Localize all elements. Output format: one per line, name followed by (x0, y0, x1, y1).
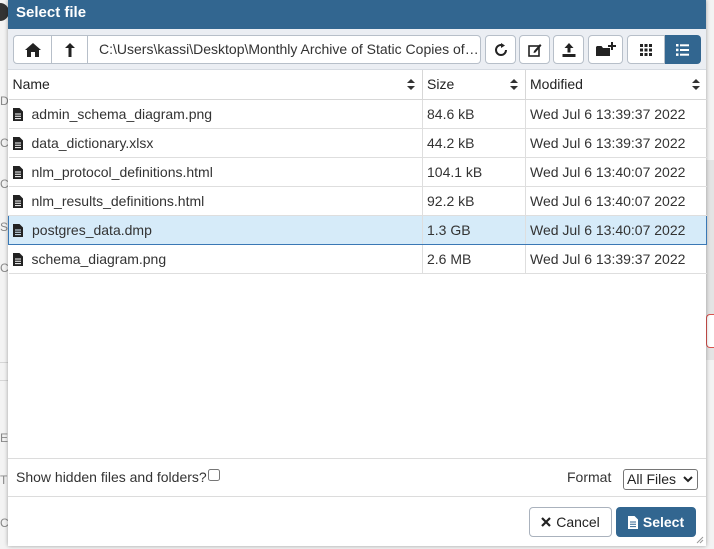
background-error-field (706, 314, 714, 348)
sort-icon (407, 79, 415, 90)
list-icon (676, 43, 689, 56)
file-name: nlm_results_definitions.html (31, 192, 205, 209)
background-text: C (0, 261, 9, 275)
file-icon (12, 136, 23, 150)
file-name-cell[interactable]: nlm_results_definitions.html (8, 186, 423, 216)
select-label: Select (642, 514, 685, 530)
dialog-title: Select file (8, 0, 706, 29)
options-bar: Show hidden files and folders? Format Al… (8, 460, 706, 497)
file-size: 92.2 kB (422, 186, 526, 216)
file-list: Name Size Modified admin_schema_diagram.… (8, 70, 707, 459)
file-modified: Wed Jul 6 13:39:37 2022 (525, 244, 707, 274)
file-modified: Wed Jul 6 13:39:37 2022 (525, 99, 707, 129)
format-value: All Files (627, 471, 677, 487)
upload-button[interactable] (553, 35, 584, 64)
file-name-cell[interactable]: admin_schema_diagram.png (8, 99, 423, 129)
select-file-dialog: Select file C:\Users\kassi\Desktop\Month… (8, 0, 707, 546)
background-divider (0, 380, 8, 381)
show-hidden-checkbox[interactable] (207, 469, 220, 481)
file-modified: Wed Jul 6 13:40:07 2022 (525, 186, 707, 216)
file-name-cell[interactable]: nlm_protocol_definitions.html (8, 157, 423, 187)
level-up-icon (64, 42, 75, 57)
file-modified: Wed Jul 6 13:40:07 2022 (525, 214, 707, 245)
file-modified: Wed Jul 6 13:40:07 2022 (525, 157, 707, 187)
cancel-label: Cancel (556, 514, 600, 530)
format-label: Format (567, 469, 612, 485)
file-icon (12, 165, 23, 179)
dialog-footer: Cancel Select (8, 498, 706, 546)
file-size: 44.2 kB (422, 128, 526, 158)
table-row[interactable]: nlm_results_definitions.html 92.2 kB Wed… (8, 186, 707, 216)
column-header-size[interactable]: Size (422, 70, 526, 100)
format-select[interactable]: All Files (623, 469, 698, 490)
file-size: 1.3 GB (422, 214, 526, 245)
table-row[interactable]: nlm_protocol_definitions.html 104.1 kB W… (8, 157, 707, 187)
file-name: postgres_data.dmp (32, 221, 152, 238)
edit-icon (527, 43, 541, 57)
file-name: data_dictionary.xlsx (31, 134, 154, 151)
column-header-name[interactable]: Name (8, 70, 423, 100)
background-text: C (0, 136, 9, 150)
sort-icon (691, 79, 700, 90)
file-icon (627, 515, 638, 529)
file-name-cell[interactable]: postgres_data.dmp (8, 214, 423, 245)
background-text: E (0, 431, 9, 445)
background-text: D (0, 94, 9, 108)
table-row[interactable]: admin_schema_diagram.png 84.6 kB Wed Jul… (8, 99, 707, 129)
grid-icon (640, 43, 652, 56)
chevron-down-icon (683, 476, 693, 483)
file-modified: Wed Jul 6 13:39:37 2022 (525, 128, 707, 158)
grid-view-button[interactable] (627, 35, 665, 64)
file-name-cell[interactable]: schema_diagram.png (8, 244, 423, 274)
background-text: C (0, 516, 9, 530)
table-row[interactable]: schema_diagram.png 2.6 MB Wed Jul 6 13:3… (8, 244, 707, 274)
column-header-modified[interactable]: Modified (525, 70, 707, 100)
file-icon (12, 107, 23, 121)
new-folder-button[interactable] (588, 35, 623, 64)
column-label: Size (427, 76, 455, 93)
show-hidden-option[interactable]: Show hidden files and folders? (16, 469, 220, 485)
resize-grip-icon[interactable] (696, 536, 704, 544)
file-name: schema_diagram.png (31, 250, 167, 267)
file-name: nlm_protocol_definitions.html (31, 163, 213, 180)
column-label: Name (12, 76, 50, 93)
rename-button[interactable] (519, 35, 550, 64)
file-icon (13, 223, 23, 237)
background-text: T (0, 473, 8, 487)
column-label: Modified (530, 76, 583, 93)
folder-plus-icon (595, 42, 616, 56)
file-name: admin_schema_diagram.png (31, 105, 213, 122)
home-icon (24, 42, 41, 57)
show-hidden-label: Show hidden files and folders? (16, 469, 207, 485)
sort-icon (510, 79, 518, 90)
file-name-cell[interactable]: data_dictionary.xlsx (8, 128, 423, 158)
file-toolbar: C:\Users\kassi\Desktop\Monthly Archive o… (8, 29, 706, 70)
table-row-selected[interactable]: postgres_data.dmp 1.3 GB Wed Jul 6 13:40… (8, 214, 707, 245)
path-input[interactable]: C:\Users\kassi\Desktop\Monthly Archive o… (88, 35, 481, 64)
upload-icon (562, 42, 575, 57)
refresh-icon (494, 42, 507, 56)
file-size: 2.6 MB (422, 244, 526, 274)
close-icon (541, 517, 551, 527)
file-size: 84.6 kB (422, 99, 526, 129)
file-icon (12, 194, 23, 208)
background-text: C (0, 177, 9, 191)
home-button[interactable] (13, 35, 52, 64)
parent-folder-button[interactable] (52, 35, 88, 64)
background-divider (0, 362, 8, 363)
refresh-button[interactable] (485, 35, 516, 64)
file-icon (12, 252, 23, 266)
select-button[interactable]: Select (616, 507, 696, 537)
cancel-button[interactable]: Cancel (529, 507, 612, 537)
file-size: 104.1 kB (422, 157, 526, 187)
list-view-button[interactable] (665, 35, 701, 64)
table-row[interactable]: data_dictionary.xlsx 44.2 kB Wed Jul 6 1… (8, 128, 707, 158)
background-text: S (0, 220, 9, 234)
